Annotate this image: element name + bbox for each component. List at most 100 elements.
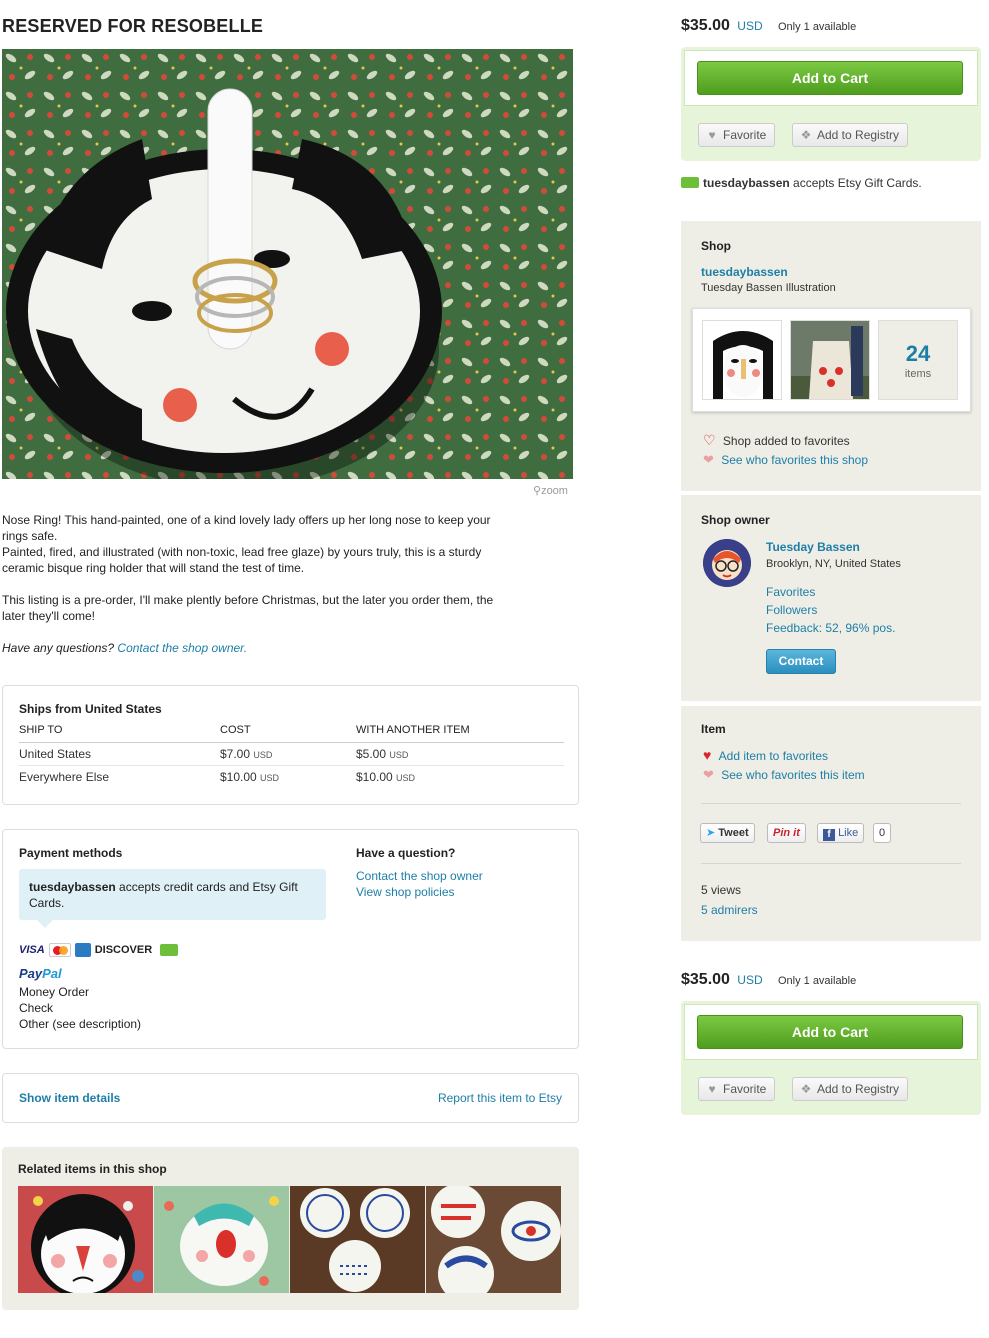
show-item-details-link[interactable]: Show item details xyxy=(19,1091,120,1105)
shipping-table: SHIP TO COST WITH ANOTHER ITEM United St… xyxy=(19,724,564,789)
owner-name-link[interactable]: Tuesday Bassen xyxy=(766,540,860,554)
owner-avatar-image xyxy=(703,539,751,587)
heart-icon: ♥ xyxy=(703,747,712,763)
favorite-button[interactable]: ♥ Favorite xyxy=(698,1077,776,1101)
magnifier-icon: ⚲ xyxy=(533,485,542,497)
related-item-image xyxy=(290,1186,425,1293)
price-block-bottom: $35.00 USD Only 1 available xyxy=(681,971,856,989)
payment-method-item: Other (see description) xyxy=(19,1017,142,1031)
owner-favorites-link[interactable]: Favorites xyxy=(766,585,815,599)
description-paragraph: Nose Ring! This hand-painted, one of a k… xyxy=(2,513,491,543)
ships-from-header: Ships from United States xyxy=(19,702,162,716)
zoom-link[interactable]: ⚲zoom xyxy=(533,484,568,497)
related-item-image xyxy=(18,1186,153,1293)
buy-panel-top: Add to Cart ♥ Favorite ❖ Add to Registry xyxy=(681,47,981,161)
view-shop-policies-link[interactable]: View shop policies xyxy=(356,885,455,899)
shop-thumb-image xyxy=(703,321,781,399)
have-question-header: Have a question? xyxy=(356,846,456,860)
mastercard-icon xyxy=(48,943,71,957)
related-item-thumb[interactable] xyxy=(18,1186,153,1293)
ring-dish-photo xyxy=(2,49,573,479)
shop-subtitle: Tuesday Bassen Illustration xyxy=(701,282,836,294)
price: $35.00 xyxy=(681,971,730,988)
payment-box: Payment methods tuesdaybassen accepts cr… xyxy=(2,829,579,1049)
currency-link[interactable]: USD xyxy=(737,19,762,33)
shop-favorited-status: ♡ Shop added to favorites xyxy=(703,432,850,448)
item-header: Item xyxy=(701,722,726,736)
listing-description: Nose Ring! This hand-painted, one of a k… xyxy=(2,512,512,672)
tweet-button[interactable]: ➤ Tweet xyxy=(700,823,755,843)
see-who-favorites-shop[interactable]: ❤ See who favorites this shop xyxy=(703,452,868,468)
views-count: 5 views xyxy=(701,883,742,897)
avatar[interactable] xyxy=(703,539,751,587)
listing-main-image[interactable] xyxy=(2,49,573,479)
payment-method-item: Money Order xyxy=(19,985,90,999)
related-item-thumb[interactable] xyxy=(426,1186,561,1293)
add-to-cart-button[interactable]: Add to Cart xyxy=(697,61,963,95)
hearts-icon: ❤ xyxy=(703,767,714,782)
gift-icon: ❖ xyxy=(800,1082,812,1096)
admirers-link[interactable]: 5 admirers xyxy=(701,903,758,917)
heart-outline-icon: ♡ xyxy=(703,432,716,448)
currency-link[interactable]: USD xyxy=(737,973,762,987)
related-item-thumb[interactable] xyxy=(290,1186,425,1293)
heart-icon: ♥ xyxy=(708,128,716,142)
shop-box: Shop tuesdaybassen Tuesday Bassen Illust… xyxy=(681,221,981,491)
like-count: 0 xyxy=(873,823,892,843)
question-prefix: Have any questions? xyxy=(2,641,115,655)
contact-owner-link[interactable]: Contact the shop owner. xyxy=(117,641,247,655)
contact-shop-owner-link[interactable]: Contact the shop owner xyxy=(356,869,483,883)
add-to-registry-button[interactable]: ❖ Add to Registry xyxy=(792,1077,909,1101)
column-header: WITH ANOTHER ITEM xyxy=(356,724,564,743)
paypal-logo: PayPal xyxy=(19,966,62,981)
gift-card-notice: tuesdaybassen accepts Etsy Gift Cards. xyxy=(681,176,922,190)
owner-location: Brooklyn, NY, United States xyxy=(766,558,901,570)
item-box: Item ♥ Add item to favorites ❤ See who f… xyxy=(681,706,981,941)
related-item-thumb[interactable] xyxy=(154,1186,289,1293)
divider xyxy=(701,863,961,864)
column-header: SHIP TO xyxy=(19,724,220,743)
owner-followers-link[interactable]: Followers xyxy=(766,603,817,617)
hearts-icon: ❤ xyxy=(703,452,714,467)
price-block-top: $35.00 USD Only 1 available xyxy=(681,17,856,35)
table-row: Everywhere Else $10.00 USD $10.00 USD xyxy=(19,770,416,785)
shop-thumb[interactable] xyxy=(790,320,870,400)
description-paragraph: This listing is a pre-order, I'll make p… xyxy=(2,593,494,623)
shop-items-count[interactable]: 24 items xyxy=(878,320,958,400)
contact-button[interactable]: Contact xyxy=(766,649,836,674)
see-who-favorites-item[interactable]: ❤ See who favorites this item xyxy=(703,767,865,783)
shop-owner-box: Shop owner Tuesday Bassen Brooklyn, NY, … xyxy=(681,495,981,701)
facebook-icon: f xyxy=(823,829,835,841)
add-to-cart-button[interactable]: Add to Cart xyxy=(697,1015,963,1049)
card-icons: VISA DISCOVER xyxy=(19,942,179,958)
buy-panel-bottom: Add to Cart ♥ Favorite ❖ Add to Registry xyxy=(681,1001,981,1115)
related-items-header: Related items in this shop xyxy=(18,1162,167,1176)
related-item-image xyxy=(154,1186,289,1293)
visa-icon: VISA xyxy=(19,944,45,956)
shop-header: Shop xyxy=(701,239,731,253)
shop-thumb[interactable] xyxy=(702,320,782,400)
shop-thumb-image xyxy=(791,321,869,399)
gift-card-icon xyxy=(681,177,699,188)
facebook-like-button[interactable]: f Like xyxy=(817,823,865,843)
related-item-image xyxy=(426,1186,561,1293)
add-to-registry-button[interactable]: ❖ Add to Registry xyxy=(792,123,909,147)
gift-icon: ❖ xyxy=(800,128,812,142)
report-item-link[interactable]: Report this item to Etsy xyxy=(438,1091,562,1105)
gift-card-icon xyxy=(160,944,179,956)
price: $35.00 xyxy=(681,17,730,34)
twitter-bird-icon: ➤ xyxy=(706,827,716,839)
add-item-favorites[interactable]: ♥ Add item to favorites xyxy=(703,747,828,763)
listing-title: RESERVED FOR RESOBELLE xyxy=(2,16,264,36)
heart-icon: ♥ xyxy=(708,1082,716,1096)
pin-it-button[interactable]: Pin it xyxy=(767,823,806,843)
payment-accepts-bubble: tuesdaybassen accepts credit cards and E… xyxy=(19,869,326,928)
social-buttons: ➤ Tweet Pin it f Like 0 xyxy=(700,823,980,845)
owner-feedback-link[interactable]: Feedback: 52, 96% pos. xyxy=(766,621,895,635)
column-header: COST xyxy=(220,724,356,743)
divider xyxy=(701,803,961,804)
shop-name-link[interactable]: tuesdaybassen xyxy=(701,265,788,279)
shipping-box: Ships from United States SHIP TO COST WI… xyxy=(2,685,579,805)
amex-icon xyxy=(74,943,91,957)
favorite-button[interactable]: ♥ Favorite xyxy=(698,123,776,147)
